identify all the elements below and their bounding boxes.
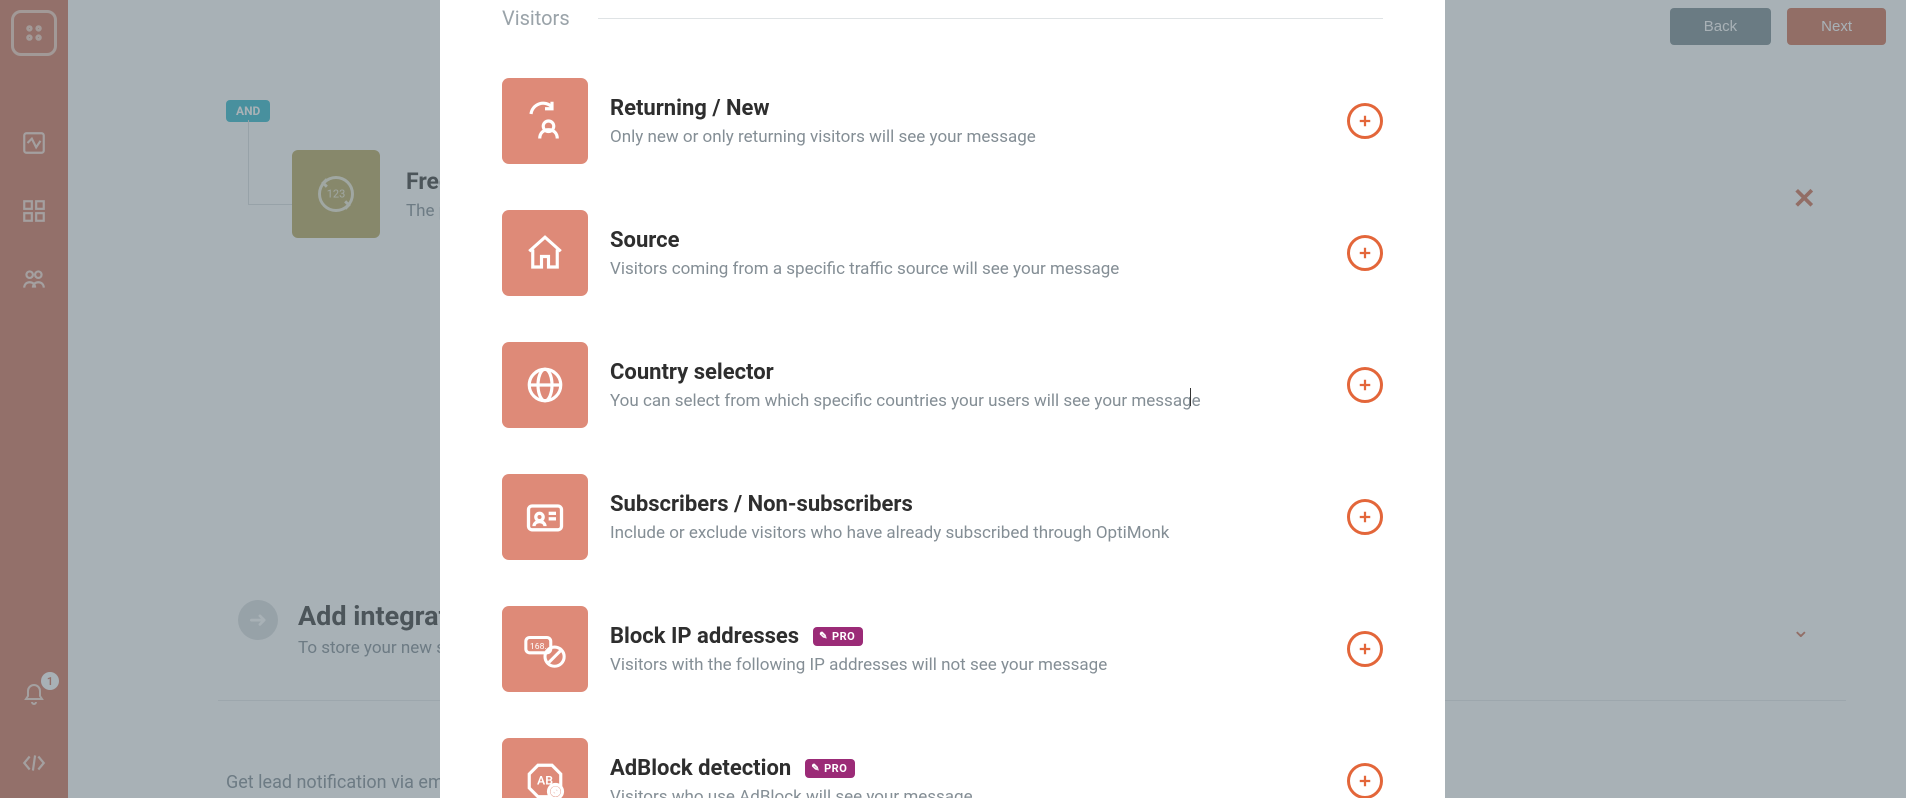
pro-badge: PRO <box>805 759 855 778</box>
add-option-button[interactable] <box>1347 631 1383 667</box>
pro-badge: PRO <box>813 627 863 646</box>
adblock-icon: AB <box>502 738 588 798</box>
ip-block-icon: 168. <box>502 606 588 692</box>
option-block-ip: 168. Block IP addresses PRO Visitors with t… <box>502 606 1383 692</box>
svg-text:168.: 168. <box>530 642 547 652</box>
globe-icon <box>502 342 588 428</box>
option-description: Only new or only returning visitors will… <box>610 127 1325 147</box>
add-option-button[interactable] <box>1347 499 1383 535</box>
visitor-conditions-modal: Visitors Returning / New Only new or only… <box>440 0 1445 798</box>
option-title: Country selector <box>610 360 774 385</box>
option-adblock: AB AdBlock detection PRO Visitors who use A… <box>502 738 1383 798</box>
add-option-button[interactable] <box>1347 763 1383 798</box>
option-subscribers: Subscribers / Non-subscribers Include or … <box>502 474 1383 560</box>
option-title: AdBlock detection <box>610 756 791 781</box>
add-option-button[interactable] <box>1347 367 1383 403</box>
option-country-selector: Country selector You can select from whic… <box>502 342 1383 428</box>
home-icon <box>502 210 588 296</box>
add-option-button[interactable] <box>1347 235 1383 271</box>
option-body: Subscribers / Non-subscribers Include or … <box>610 492 1325 543</box>
add-option-button[interactable] <box>1347 103 1383 139</box>
option-source: Source Visitors coming from a specific tr… <box>502 210 1383 296</box>
option-title: Block IP addresses <box>610 624 799 649</box>
section-header: Visitors <box>502 0 1383 30</box>
option-body: AdBlock detection PRO Visitors who use AdB… <box>610 756 1325 798</box>
text-caret <box>1190 388 1191 406</box>
id-card-icon <box>502 474 588 560</box>
option-returning-new: Returning / New Only new or only returnin… <box>502 78 1383 164</box>
option-description: Visitors with the following IP addresses… <box>610 655 1325 675</box>
section-title: Visitors <box>502 6 570 30</box>
return-user-icon <box>502 78 588 164</box>
option-body: Block IP addresses PRO Visitors with the f… <box>610 624 1325 675</box>
option-body: Source Visitors coming from a specific tr… <box>610 228 1325 279</box>
option-description: Visitors who use AdBlock will see your m… <box>610 787 1325 798</box>
option-description: You can select from which specific count… <box>610 391 1325 411</box>
option-body: Country selector You can select from whic… <box>610 360 1325 411</box>
option-title: Returning / New <box>610 96 770 121</box>
section-divider <box>598 18 1383 19</box>
option-title: Source <box>610 228 679 253</box>
option-title: Subscribers / Non-subscribers <box>610 492 913 517</box>
option-body: Returning / New Only new or only returnin… <box>610 96 1325 147</box>
option-description: Include or exclude visitors who have alr… <box>610 523 1325 543</box>
option-description: Visitors coming from a specific traffic … <box>610 259 1325 279</box>
